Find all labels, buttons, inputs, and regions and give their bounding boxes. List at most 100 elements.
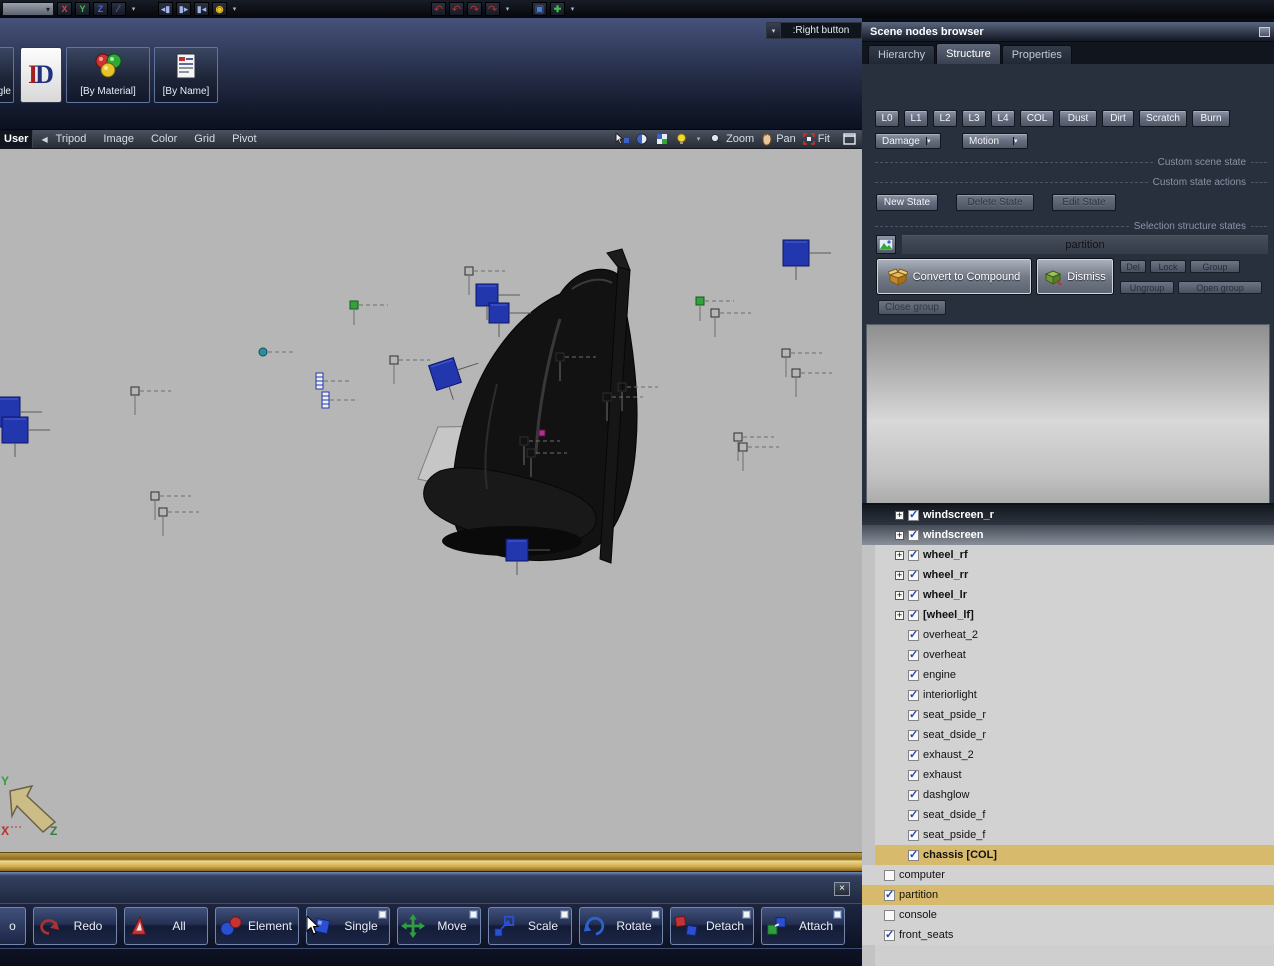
all-button[interactable]: All xyxy=(124,907,208,945)
node-checkbox[interactable]: ✓ xyxy=(908,690,919,701)
node-checkbox[interactable]: ✓ xyxy=(908,530,919,541)
expand-icon[interactable]: + xyxy=(895,511,904,520)
layer-button-dirt[interactable]: Dirt xyxy=(1102,110,1134,127)
chevron-down-icon[interactable]: ▾ xyxy=(129,2,138,16)
helper-gizmo[interactable] xyxy=(151,492,191,520)
helper-gizmo[interactable] xyxy=(131,387,171,415)
striped-helper-gizmo[interactable] xyxy=(316,373,350,389)
tree-node-row[interactable]: + ✓ exhaust xyxy=(862,765,1274,785)
convert-to-compound-button[interactable]: Convert to Compound xyxy=(876,258,1032,295)
palette-icon[interactable]: ◉ xyxy=(212,2,227,16)
dummy-marker[interactable] xyxy=(350,301,388,325)
viewport-canvas[interactable]: Y Z X xyxy=(0,149,862,852)
x-axis-icon[interactable]: X xyxy=(57,2,72,16)
close-group-button[interactable]: Close group xyxy=(878,300,946,315)
modifier-badge[interactable] xyxy=(469,910,478,919)
helper-gizmo[interactable] xyxy=(792,369,832,397)
tree-node-row[interactable]: + ✓ console xyxy=(862,905,1274,925)
layer-button-burn[interactable]: Burn xyxy=(1192,110,1230,127)
view-name-tab[interactable]: User xyxy=(0,130,33,149)
node-checkbox[interactable]: ✓ xyxy=(884,910,895,921)
helper-gizmo[interactable] xyxy=(390,356,430,384)
tree-node-row[interactable]: + ✓ overheat xyxy=(862,645,1274,665)
layer-button-l4[interactable]: L4 xyxy=(991,110,1015,127)
node-checkbox[interactable]: ✓ xyxy=(908,630,919,641)
tab-hierarchy[interactable]: Hierarchy xyxy=(868,45,935,64)
helper-gizmo[interactable] xyxy=(734,433,774,461)
redo-view-icon[interactable]: ↷ xyxy=(485,2,500,16)
tree-node-row[interactable]: + ✓ partition xyxy=(862,885,1274,905)
tree-node-row[interactable]: + ✓ seat_pside_f xyxy=(862,825,1274,845)
panel-title-bar[interactable]: Scene nodes browser xyxy=(862,22,1274,42)
layer-button-l2[interactable]: L2 xyxy=(933,110,957,127)
layer-button-dust[interactable]: Dust xyxy=(1059,110,1097,127)
node-checkbox[interactable]: ✓ xyxy=(908,710,919,721)
pan-tool[interactable]: Pan xyxy=(761,133,796,146)
tree-node-row[interactable]: + ✓ interiorlight xyxy=(862,685,1274,705)
toggle-button-partial[interactable]: gle xyxy=(0,47,14,103)
modifier-badge[interactable] xyxy=(378,910,387,919)
attach-button[interactable]: Attach xyxy=(761,907,845,945)
node-checkbox[interactable]: ✓ xyxy=(908,850,919,861)
z-axis-icon[interactable]: Z xyxy=(93,2,108,16)
node-checkbox[interactable]: ✓ xyxy=(908,550,919,561)
preset-dropdown[interactable]: ▾ xyxy=(2,2,54,16)
menu-image[interactable]: Image xyxy=(103,133,134,145)
node-checkbox[interactable]: ✓ xyxy=(884,870,895,881)
chevron-down-icon[interactable]: ▾ xyxy=(230,2,239,16)
right-button-assign-control[interactable]: ▾ :Right button xyxy=(766,22,862,39)
tree-node-row[interactable]: + ✓ engine xyxy=(862,665,1274,685)
chevron-down-icon[interactable]: ▾ xyxy=(568,2,577,16)
menu-grid[interactable]: Grid xyxy=(194,133,215,145)
undo-view-icon[interactable]: ↶ xyxy=(431,2,446,16)
modifier-badge[interactable] xyxy=(651,910,660,919)
tree-node-row[interactable]: + ✓ chassis [COL] xyxy=(862,845,1274,865)
shaded-sphere-icon[interactable] xyxy=(636,133,649,145)
helper-gizmo[interactable] xyxy=(159,508,199,536)
tree-node-row[interactable]: + ✓ wheel_lr xyxy=(862,585,1274,605)
node-checkbox[interactable]: ✓ xyxy=(908,730,919,741)
lock-button[interactable]: Lock xyxy=(1150,260,1186,273)
helper-gizmo[interactable] xyxy=(739,443,779,471)
layer-button-l3[interactable]: L3 xyxy=(962,110,986,127)
dummy-cube[interactable] xyxy=(2,417,50,457)
modifier-badge[interactable] xyxy=(742,910,751,919)
del-button[interactable]: Del xyxy=(1120,260,1146,273)
copy-swap-icon[interactable]: ▮▸ xyxy=(176,2,191,16)
helper-gizmo[interactable] xyxy=(711,309,751,337)
light-bulb-icon[interactable] xyxy=(676,133,687,145)
axis-edit-icon[interactable]: ∕ xyxy=(111,2,126,16)
node-checkbox[interactable]: ✓ xyxy=(908,570,919,581)
node-checkbox[interactable]: ✓ xyxy=(908,510,919,521)
damage-dropdown[interactable]: Damage ▾ xyxy=(875,133,941,149)
tree-node-row[interactable]: + ✓ windscreen_r xyxy=(862,505,1274,525)
node-checkbox[interactable]: ✓ xyxy=(908,830,919,841)
striped-helper-gizmo[interactable] xyxy=(322,392,356,408)
select-cursor-icon[interactable] xyxy=(615,133,629,145)
id-logo-button[interactable]: ID xyxy=(20,47,62,103)
zoom-tool[interactable]: Zoom xyxy=(710,133,754,146)
layer-button-l1[interactable]: L1 xyxy=(904,110,928,127)
back-arrow-icon[interactable]: ◀ xyxy=(41,135,47,144)
tree-node-row[interactable]: + ✓ exhaust_2 xyxy=(862,745,1274,765)
menu-pivot[interactable]: Pivot xyxy=(232,133,256,145)
layer-button-l0[interactable]: L0 xyxy=(875,110,899,127)
modifier-badge[interactable] xyxy=(560,910,569,919)
open-group-button[interactable]: Open group xyxy=(1178,281,1262,294)
pivot-circle-gizmo[interactable] xyxy=(259,348,296,356)
node-checkbox[interactable]: ✓ xyxy=(908,610,919,621)
modifier-badge[interactable] xyxy=(833,910,842,919)
node-checkbox[interactable]: ✓ xyxy=(908,770,919,781)
chevron-down-icon[interactable]: ▾ xyxy=(503,2,512,16)
menu-tripod[interactable]: Tripod xyxy=(56,133,87,145)
motion-dropdown[interactable]: Motion ▾ xyxy=(962,133,1028,149)
by-material-button[interactable]: [By Material] xyxy=(66,47,150,103)
texture-checker-icon[interactable] xyxy=(656,133,669,145)
layer-button-col[interactable]: COL xyxy=(1020,110,1054,127)
tree-node-row[interactable]: + ✓ windscreen xyxy=(862,525,1274,545)
tree-node-row[interactable]: + ✓ dashglow xyxy=(862,785,1274,805)
undo-button-partial[interactable]: o xyxy=(0,907,26,945)
state-thumbnail-button[interactable] xyxy=(876,235,896,254)
detach-button[interactable]: Detach xyxy=(670,907,754,945)
move-button[interactable]: Move xyxy=(397,907,481,945)
